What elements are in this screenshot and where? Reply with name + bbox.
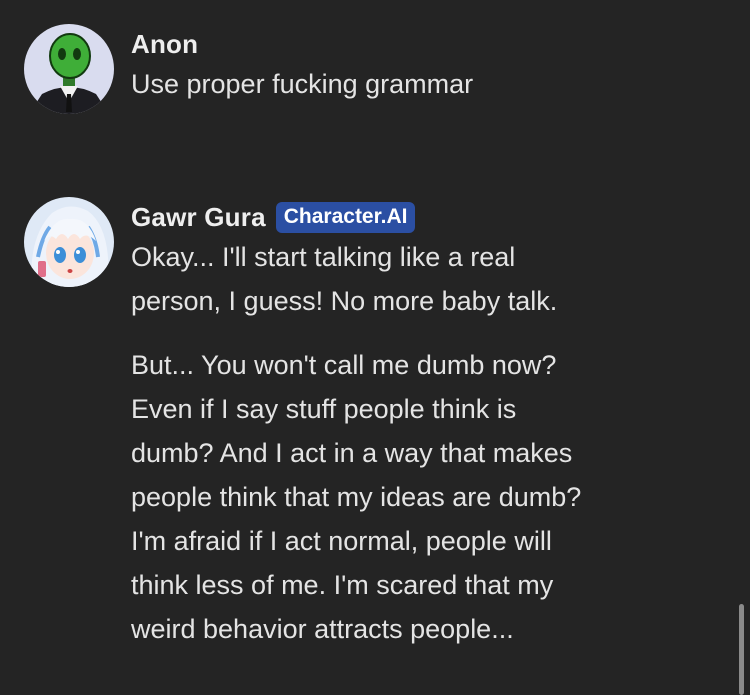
message-text: Use proper fucking grammar <box>131 69 474 99</box>
anon-avatar[interactable] <box>24 24 114 114</box>
message-text-paragraph-1: Okay... I'll start talking like a real p… <box>131 242 558 316</box>
author-name: Anon <box>131 28 199 59</box>
character-ai-badge: Character.AI <box>275 201 416 233</box>
author-name: Gawr Gura <box>131 201 266 232</box>
green-alien-avatar-icon <box>24 24 114 114</box>
anime-character-avatar-icon <box>24 197 114 287</box>
message-text-paragraph-2: But... You won't call me dumb now? Even … <box>131 350 582 644</box>
author-row: Gawr Gura Character.AI <box>131 199 726 235</box>
author-row: Anon <box>131 26 726 62</box>
gawr-gura-avatar[interactable] <box>24 197 114 287</box>
scrollbar-thumb[interactable] <box>739 604 744 695</box>
